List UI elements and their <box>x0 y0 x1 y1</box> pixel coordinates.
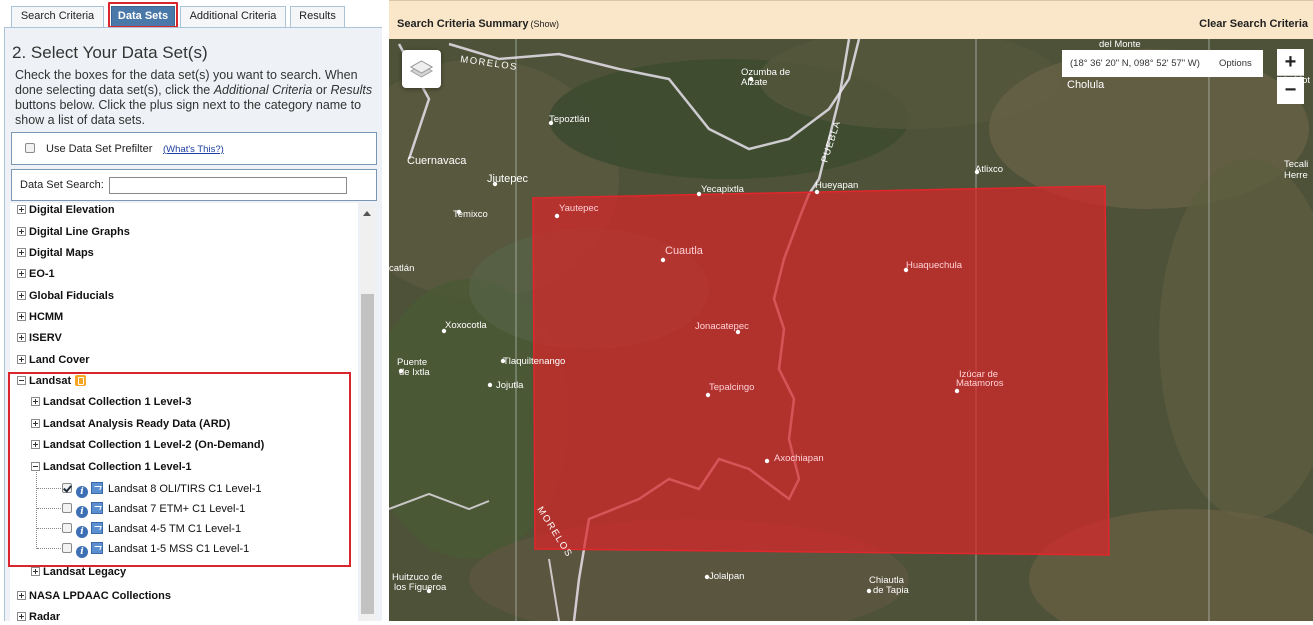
label-hueyapan: Hueyapan <box>815 180 858 191</box>
expand-icon[interactable] <box>17 205 26 214</box>
expand-icon[interactable] <box>17 312 26 321</box>
label-yautepec: Yautepec <box>559 203 599 214</box>
label-del-monte: del Monte <box>1099 39 1141 50</box>
data-set-tree: Digital Elevation Digital Line Graphs Di… <box>0 0 382 623</box>
label-de-tapia: de Tapia <box>873 585 909 596</box>
expand-icon[interactable] <box>31 567 40 576</box>
zoom-out-button[interactable]: − <box>1277 77 1304 104</box>
tree-item-radar[interactable]: Radar <box>17 611 60 625</box>
label-jonacatepec: Jonacatepec <box>695 321 749 332</box>
map-view[interactable]: MORELOS Ozumba de Alzate del Monte de Mo… <box>389 39 1313 621</box>
tree-item-land-cover[interactable]: Land Cover <box>17 354 90 368</box>
scroll-thumb[interactable] <box>361 294 374 614</box>
label-jiutepec: Jiutepec <box>487 173 528 185</box>
label-catlan: catlán <box>389 263 414 274</box>
coordinate-text: (18° 36' 20" N, 098° 52' 57" W) <box>1070 58 1200 69</box>
expand-icon[interactable] <box>17 355 26 364</box>
tree-item-global-fiducials[interactable]: Global Fiducials <box>17 290 114 304</box>
layers-icon <box>409 60 434 78</box>
tree-item-hcmm[interactable]: HCMM <box>17 311 63 325</box>
label-axochiapan: Axochiapan <box>774 453 824 464</box>
tree-item-landsat-legacy[interactable]: Landsat Legacy <box>31 566 126 580</box>
label-huaquechula: Huaquechula <box>906 260 963 271</box>
expand-icon[interactable] <box>17 291 26 300</box>
label-atlixco: Atlixco <box>975 164 1003 175</box>
label-los-figueroa: los Figueroa <box>394 582 447 593</box>
summary-show-link[interactable]: (Show) <box>530 19 559 29</box>
tree-scrollbar[interactable] <box>360 205 375 621</box>
tree-item-nasa-lpdaac[interactable]: NASA LPDAAC Collections <box>17 590 171 604</box>
label-cholula: Cholula <box>1067 79 1105 91</box>
left-panel: Search Criteria Data Sets Additional Cri… <box>0 0 382 623</box>
label-alzate: Alzate <box>741 77 767 88</box>
label-xoxocotla: Xoxocotla <box>445 320 487 331</box>
label-matamoros: Matamoros <box>956 378 1004 389</box>
satellite-map[interactable]: MORELOS Ozumba de Alzate del Monte de Mo… <box>389 39 1313 621</box>
clear-search-criteria-link[interactable]: Clear Search Criteria <box>1199 18 1308 30</box>
label-tepalcingo: Tepalcingo <box>709 382 754 393</box>
coordinate-options-button[interactable]: Options <box>1219 58 1252 69</box>
tree-item-digital-maps[interactable]: Digital Maps <box>17 247 94 261</box>
label-cuernavaca: Cuernavaca <box>407 155 467 167</box>
label-tepoztlan: Tepoztlán <box>549 114 590 125</box>
label-tecali: Tecali <box>1284 159 1308 170</box>
label-herrera: Herre <box>1284 170 1308 181</box>
label-temixco: Temixco <box>453 209 488 220</box>
label-jojutla: Jojutla <box>496 380 524 391</box>
label-tlaquiltenango: Tlaquiltenango <box>503 356 565 367</box>
label-de-ixtla: de Ixtla <box>399 367 430 378</box>
tree-item-digital-elevation[interactable]: Digital Elevation <box>17 204 115 218</box>
search-summary-title[interactable]: Search Criteria Summary (Show) <box>397 18 559 30</box>
expand-icon[interactable] <box>17 269 26 278</box>
expand-icon[interactable] <box>17 248 26 257</box>
scroll-up-arrow-icon[interactable] <box>363 211 371 216</box>
coordinate-readout: (18° 36' 20" N, 098° 52' 57" W) Options <box>1062 50 1263 77</box>
tree-item-iserv[interactable]: ISERV <box>17 332 62 346</box>
label-yecapixtla: Yecapixtla <box>701 184 745 195</box>
expand-icon[interactable] <box>17 591 26 600</box>
zoom-in-button[interactable]: + <box>1277 49 1304 76</box>
landsat-highlight <box>8 372 351 567</box>
map-panel: Search Criteria Summary (Show) Clear Sear… <box>389 0 1313 621</box>
expand-icon[interactable] <box>17 612 26 621</box>
label-jolalpan: Jolalpan <box>709 571 744 582</box>
layers-button[interactable] <box>402 50 441 88</box>
expand-icon[interactable] <box>17 227 26 236</box>
expand-icon[interactable] <box>17 333 26 342</box>
label-cuautla: Cuautla <box>665 245 704 257</box>
tree-item-eo-1[interactable]: EO-1 <box>17 268 55 282</box>
search-summary-bar: Search Criteria Summary (Show) Clear Sear… <box>389 0 1313 39</box>
tree-item-digital-line-graphs[interactable]: Digital Line Graphs <box>17 226 130 240</box>
